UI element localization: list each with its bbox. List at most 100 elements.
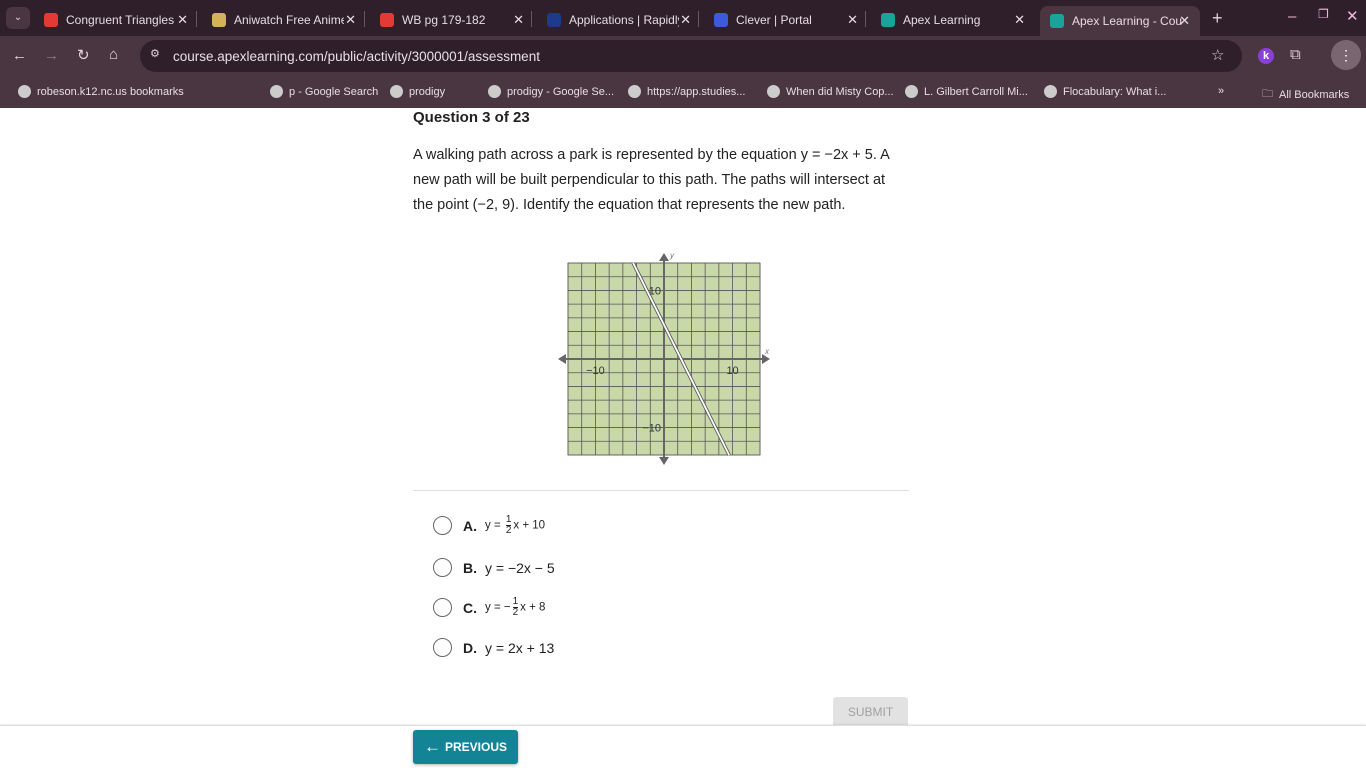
home-icon[interactable]: ⌂	[109, 46, 118, 63]
option-equation: y = 12x + 10	[485, 514, 546, 536]
tab[interactable]: WB pg 179-182 ✕	[370, 6, 534, 34]
more-bookmarks-icon[interactable]: »	[1218, 85, 1224, 97]
bookmark-item[interactable]: Flocabulary: What i...	[1044, 85, 1166, 98]
bookmark-icon	[1044, 85, 1057, 98]
restore-button[interactable]: ❐	[1318, 7, 1329, 21]
bookmark-item[interactable]: p - Google Search	[270, 85, 378, 98]
option-equation: y = −2x − 5	[485, 559, 555, 576]
bookmark-icon	[270, 85, 283, 98]
x-axis-arrow	[558, 354, 566, 364]
x-tick-label: −10	[586, 365, 605, 377]
bookmark-item[interactable]: https://app.studies...	[628, 85, 745, 98]
y-axis-arrow	[659, 457, 669, 465]
tab-favicon-icon	[547, 13, 561, 27]
tab[interactable]: Congruent Triangles ✕	[34, 6, 198, 34]
y-tick-label: −10	[642, 423, 661, 435]
tab-favicon-icon	[714, 13, 728, 27]
option-letter: B.	[463, 559, 477, 576]
tab[interactable]: Aniwatch Free Anime ✕	[202, 6, 366, 34]
option-equation: y = 2x + 13	[485, 639, 555, 656]
tab-separator	[865, 11, 866, 27]
bookmark-item[interactable]: L. Gilbert Carroll Mi...	[905, 85, 1028, 98]
option-letter: D.	[463, 639, 477, 656]
new-tab-button[interactable]: +	[1212, 8, 1223, 29]
back-icon[interactable]: ←	[12, 47, 27, 64]
answer-option[interactable]: C. y = −1 2 x + 8	[433, 597, 545, 618]
radio-button[interactable]	[433, 598, 452, 617]
answer-option[interactable]: D. y = 2x + 13	[433, 638, 554, 657]
all-bookmarks[interactable]: 🗀 All Bookmarks	[1262, 85, 1349, 104]
divider	[413, 490, 909, 491]
bookmark-item[interactable]: When did Misty Cop...	[767, 85, 894, 98]
option-letter: A.	[463, 517, 477, 534]
profile-extension-icon[interactable]: k	[1258, 48, 1274, 64]
footer-bar: ← PREVIOUS	[0, 725, 1366, 768]
bookmark-item[interactable]: robeson.k12.nc.us bookmarks	[18, 85, 184, 98]
bookmark-item[interactable]: prodigy	[390, 85, 445, 98]
tab-close-icon[interactable]: ✕	[513, 12, 524, 28]
tab-separator	[531, 11, 532, 27]
url-text: course.apexlearning.com/public/activity/…	[173, 48, 540, 64]
tab-title: Applications | Rapidly	[569, 13, 679, 27]
question-number: Question 3 of 23	[413, 109, 530, 126]
bookmark-icon	[767, 85, 780, 98]
bookmark-icon	[488, 85, 501, 98]
tab-search-button[interactable]: ⌄	[6, 7, 30, 29]
tab[interactable]: Applications | Rapidly ✕	[537, 6, 701, 34]
option-equation: y = −1 2 x + 8	[485, 596, 546, 618]
y-axis-label: y	[669, 251, 675, 260]
radio-button[interactable]	[433, 558, 452, 577]
site-info-icon[interactable]: ⚙	[150, 47, 160, 60]
tab[interactable]: Apex Learning ✕	[871, 6, 1035, 34]
previous-button[interactable]: ← PREVIOUS	[413, 730, 518, 764]
minimize-button[interactable]: –	[1288, 8, 1296, 25]
folder-icon: 🗀	[1262, 88, 1273, 100]
tab-close-icon[interactable]: ✕	[1179, 13, 1190, 29]
y-axis-arrow	[659, 253, 669, 261]
x-axis-label: x	[764, 347, 770, 356]
close-window-button[interactable]: ✕	[1346, 7, 1359, 25]
toolbar: ← → ↻ ⌂ ⚙ course.apexlearning.com/public…	[0, 36, 1366, 76]
tab-title: Apex Learning - Course	[1072, 14, 1182, 28]
arrow-left-icon: ←	[423, 737, 441, 756]
question-panel: Question 3 of 23 A walking path across a…	[413, 108, 909, 657]
tab-favicon-icon	[881, 13, 895, 27]
extensions-icon[interactable]: ⧉	[1290, 46, 1301, 63]
menu-icon[interactable]: ⋮	[1331, 40, 1361, 70]
bookmark-icon	[390, 85, 403, 98]
bookmark-icon	[905, 85, 918, 98]
tab-favicon-icon	[380, 13, 394, 27]
radio-button[interactable]	[433, 516, 452, 535]
bookmark-icon	[628, 85, 641, 98]
bookmark-icon	[18, 85, 31, 98]
tab-close-icon[interactable]: ✕	[1014, 12, 1025, 28]
forward-icon[interactable]: →	[44, 47, 59, 64]
tab[interactable]: Apex Learning - Course✕	[1040, 6, 1200, 36]
tab-close-icon[interactable]: ✕	[847, 12, 858, 28]
tab-favicon-icon	[1050, 14, 1064, 28]
submit-button[interactable]: SUBMIT	[833, 697, 908, 727]
answer-option[interactable]: B. y = −2x − 5	[433, 558, 555, 577]
tab-close-icon[interactable]: ✕	[177, 12, 188, 28]
tab-close-icon[interactable]: ✕	[680, 12, 691, 28]
coordinate-graph: −10 1010−10xy	[558, 251, 770, 465]
tab-favicon-icon	[44, 13, 58, 27]
address-bar[interactable]: ⚙ course.apexlearning.com/public/activit…	[140, 40, 1242, 72]
tab-separator	[698, 11, 699, 27]
tab-strip: ⌄ Congruent Triangles ✕ Aniwatch Free Anim…	[0, 0, 1366, 36]
tab-close-icon[interactable]: ✕	[345, 12, 356, 28]
x-tick-label: 10	[726, 365, 738, 377]
answer-option[interactable]: A. y = 12x + 10	[433, 515, 545, 536]
tab-title: WB pg 179-182	[402, 13, 486, 27]
option-letter: C.	[463, 599, 477, 616]
radio-button[interactable]	[433, 638, 452, 657]
tab-separator	[364, 11, 365, 27]
bookmark-item[interactable]: prodigy - Google Se...	[488, 85, 614, 98]
tab[interactable]: Clever | Portal ✕	[704, 6, 868, 34]
tab-title: Clever | Portal	[736, 13, 812, 27]
reload-icon[interactable]: ↻	[77, 46, 90, 64]
tab-title: Congruent Triangles	[66, 13, 175, 27]
bookmark-star-icon[interactable]: ☆	[1211, 46, 1224, 64]
question-text: A walking path across a park is represen…	[413, 147, 889, 213]
bookmarks-bar: robeson.k12.nc.us bookmarks p - Google Se…	[0, 76, 1366, 108]
